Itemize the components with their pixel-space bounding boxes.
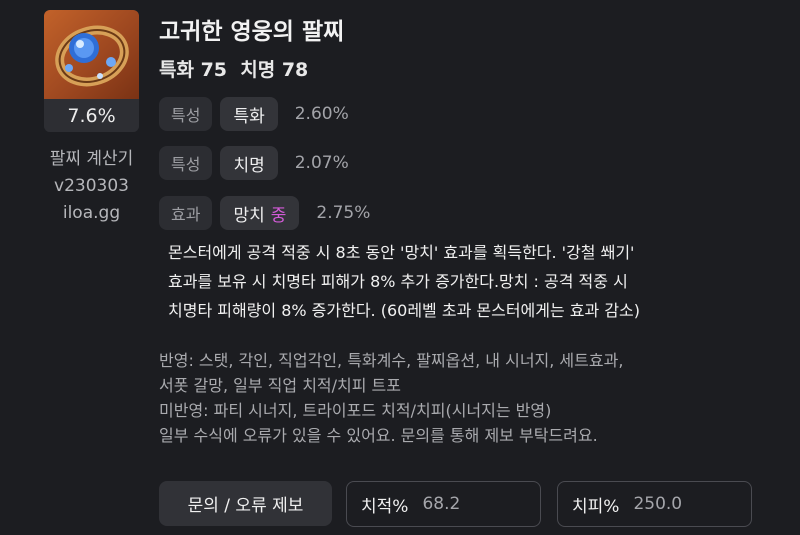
crit-rate-label: 치적% <box>361 496 409 517</box>
item-card: 7.6% <box>44 10 139 132</box>
option-chip[interactable]: 치명 <box>220 146 278 180</box>
option-name: 망치 <box>233 205 265 226</box>
report-button[interactable]: 문의 / 오류 제보 <box>159 481 332 526</box>
crit-damage-value[interactable]: 250.0 <box>633 494 682 514</box>
item-name: 고귀한 영웅의 팔찌 <box>159 19 345 45</box>
calculator-name: 팔찌 계산기 <box>49 149 134 169</box>
option-row: 특성 치명 2.07% <box>159 146 349 180</box>
option-type-tag: 효과 <box>159 196 213 230</box>
note-line: 반영: 스탯, 각인, 직업각인, 특화계수, 팔찌옵션, 내 시너지, 세트효… <box>159 351 624 370</box>
site-link[interactable]: iloa.gg <box>44 200 139 227</box>
item-stats: 특화 75 치명 78 <box>159 59 309 81</box>
crit-damage-field[interactable]: 치피% 250.0 <box>557 481 752 527</box>
description-line: 치명타 피해량이 8% 증가한다. (60레벨 초과 몬스터에게는 효과 감소) <box>168 301 641 320</box>
option-value: 2.60% <box>294 104 349 124</box>
description-line: 몬스터에게 공격 적중 시 8초 동안 '망치' 효과를 획득한다. '강철 쐐… <box>168 243 635 262</box>
option-chip[interactable]: 특화 <box>220 97 278 131</box>
calculator-info: 팔찌 계산기 v230303 iloa.gg <box>44 146 139 227</box>
crit-damage-label: 치피% <box>572 496 620 517</box>
crit-rate-field[interactable]: 치적% 68.2 <box>346 481 541 527</box>
option-type-tag: 특성 <box>159 146 213 180</box>
note-line: 미반영: 파티 시너지, 트라이포드 치적/치피(시너지는 반영) <box>159 401 552 420</box>
calculator-version: v230303 <box>54 176 129 196</box>
note-line: 일부 수식에 오류가 있을 수 있어요. 문의를 통해 제보 부탁드려요. <box>159 426 598 445</box>
crit-rate-value[interactable]: 68.2 <box>422 494 460 514</box>
option-row: 특성 특화 2.60% <box>159 97 349 131</box>
option-row: 효과 망치 중 2.75% <box>159 196 370 230</box>
item-percent: 7.6% <box>44 99 139 132</box>
option-value: 2.07% <box>294 153 349 173</box>
description-line: 효과를 보유 시 치명타 피해가 8% 추가 증가한다.망치 : 공격 적중 시 <box>168 272 628 291</box>
note-line: 서폿 갈망, 일부 직업 치적/치피 트포 <box>159 376 401 395</box>
option-type-tag: 특성 <box>159 97 213 131</box>
calculation-notes: 반영: 스탯, 각인, 직업각인, 특화계수, 팔찌옵션, 내 시너지, 세트효… <box>159 348 759 448</box>
option-grade: 중 <box>270 205 287 226</box>
option-name: 치명 <box>233 155 265 176</box>
bracelet-icon <box>44 10 139 99</box>
option-name: 특화 <box>233 106 265 127</box>
option-chip[interactable]: 망치 중 <box>220 196 300 230</box>
option-value: 2.75% <box>316 203 371 223</box>
effect-description: 몬스터에게 공격 적중 시 8초 동안 '망치' 효과를 획득한다. '강철 쐐… <box>168 238 768 325</box>
